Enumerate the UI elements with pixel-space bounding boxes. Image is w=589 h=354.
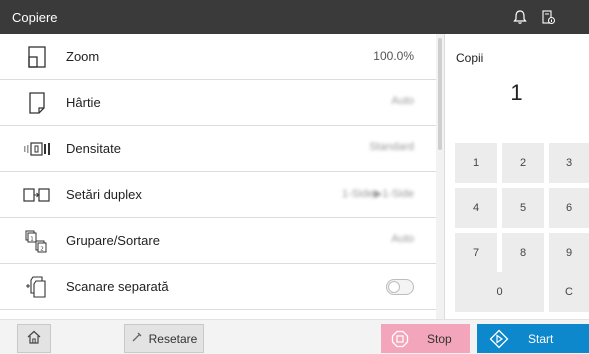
- separate-scan-toggle[interactable]: [386, 279, 414, 295]
- setting-label: Setări duplex: [66, 187, 142, 202]
- reset-label: Resetare: [148, 331, 198, 346]
- keypad-key-5[interactable]: 5: [502, 188, 544, 228]
- zoom-page-icon: [22, 44, 52, 70]
- reset-icon: [131, 331, 143, 346]
- setting-row-group-sort[interactable]: 1 2 Grupare/Sortare Auto: [0, 218, 436, 264]
- setting-label: Hârtie: [66, 95, 101, 110]
- setting-label: Scanare separată: [66, 279, 169, 294]
- stop-label: Stop: [427, 332, 452, 346]
- setting-value: Auto: [391, 95, 414, 107]
- copies-label: Copii: [456, 51, 484, 65]
- setting-value: Standard: [369, 141, 414, 153]
- stop-button[interactable]: Stop: [381, 324, 470, 353]
- setting-label: Zoom: [66, 49, 100, 64]
- group-sort-icon: 1 2: [22, 228, 52, 254]
- setting-label: Densitate: [66, 141, 121, 156]
- keypad-key-0[interactable]: 0: [455, 272, 544, 312]
- keypad-key-1[interactable]: 1: [455, 143, 497, 183]
- duplex-icon: [22, 182, 52, 208]
- setting-value: 1-Side▶1-Side: [341, 188, 414, 200]
- setting-value: Auto: [391, 233, 414, 245]
- device-info-icon[interactable]: [537, 6, 559, 28]
- setting-row-density[interactable]: Densitate Standard: [0, 126, 436, 172]
- keypad-key-6[interactable]: 6: [549, 188, 589, 228]
- bell-icon[interactable]: [509, 6, 531, 28]
- svg-text:2: 2: [40, 246, 44, 252]
- svg-text:1: 1: [30, 236, 34, 242]
- setting-row-zoom[interactable]: Zoom 100.0%: [0, 34, 436, 80]
- reset-button[interactable]: Resetare: [124, 324, 204, 353]
- keypad-key-2[interactable]: 2: [502, 143, 544, 183]
- list-scrollbar-thumb[interactable]: [438, 38, 442, 150]
- setting-row-separate-scan[interactable]: Scanare separată: [0, 264, 436, 310]
- home-button[interactable]: [17, 324, 51, 353]
- keypad-key-3[interactable]: 3: [549, 143, 589, 183]
- separate-scan-icon: [22, 274, 52, 300]
- keypad-key-clear[interactable]: C: [549, 272, 589, 312]
- home-icon: [26, 330, 42, 347]
- copies-count: 1: [510, 80, 523, 105]
- keypad-key-8[interactable]: 8: [502, 233, 544, 273]
- setting-label: Grupare/Sortare: [66, 233, 160, 248]
- title-bar: Copiere: [0, 0, 589, 34]
- window-title: Copiere: [12, 10, 58, 25]
- start-button[interactable]: Start: [477, 324, 589, 353]
- keypad-key-9[interactable]: 9: [549, 233, 589, 273]
- setting-row-duplex[interactable]: Setări duplex 1-Side▶1-Side: [0, 172, 436, 218]
- setting-row-paper[interactable]: Hârtie Auto: [0, 80, 436, 126]
- keypad-key-4[interactable]: 4: [455, 188, 497, 228]
- setting-value: 100.0%: [373, 49, 414, 63]
- settings-list: Zoom 100.0% Hârtie Auto Densitate Standa…: [0, 34, 440, 319]
- density-icon: [22, 136, 52, 162]
- start-icon: [489, 329, 509, 352]
- keypad-key-7[interactable]: 7: [455, 233, 497, 273]
- paper-icon: [22, 90, 52, 116]
- stop-icon: [391, 330, 409, 351]
- toggle-knob: [388, 281, 400, 293]
- start-label: Start: [528, 332, 554, 346]
